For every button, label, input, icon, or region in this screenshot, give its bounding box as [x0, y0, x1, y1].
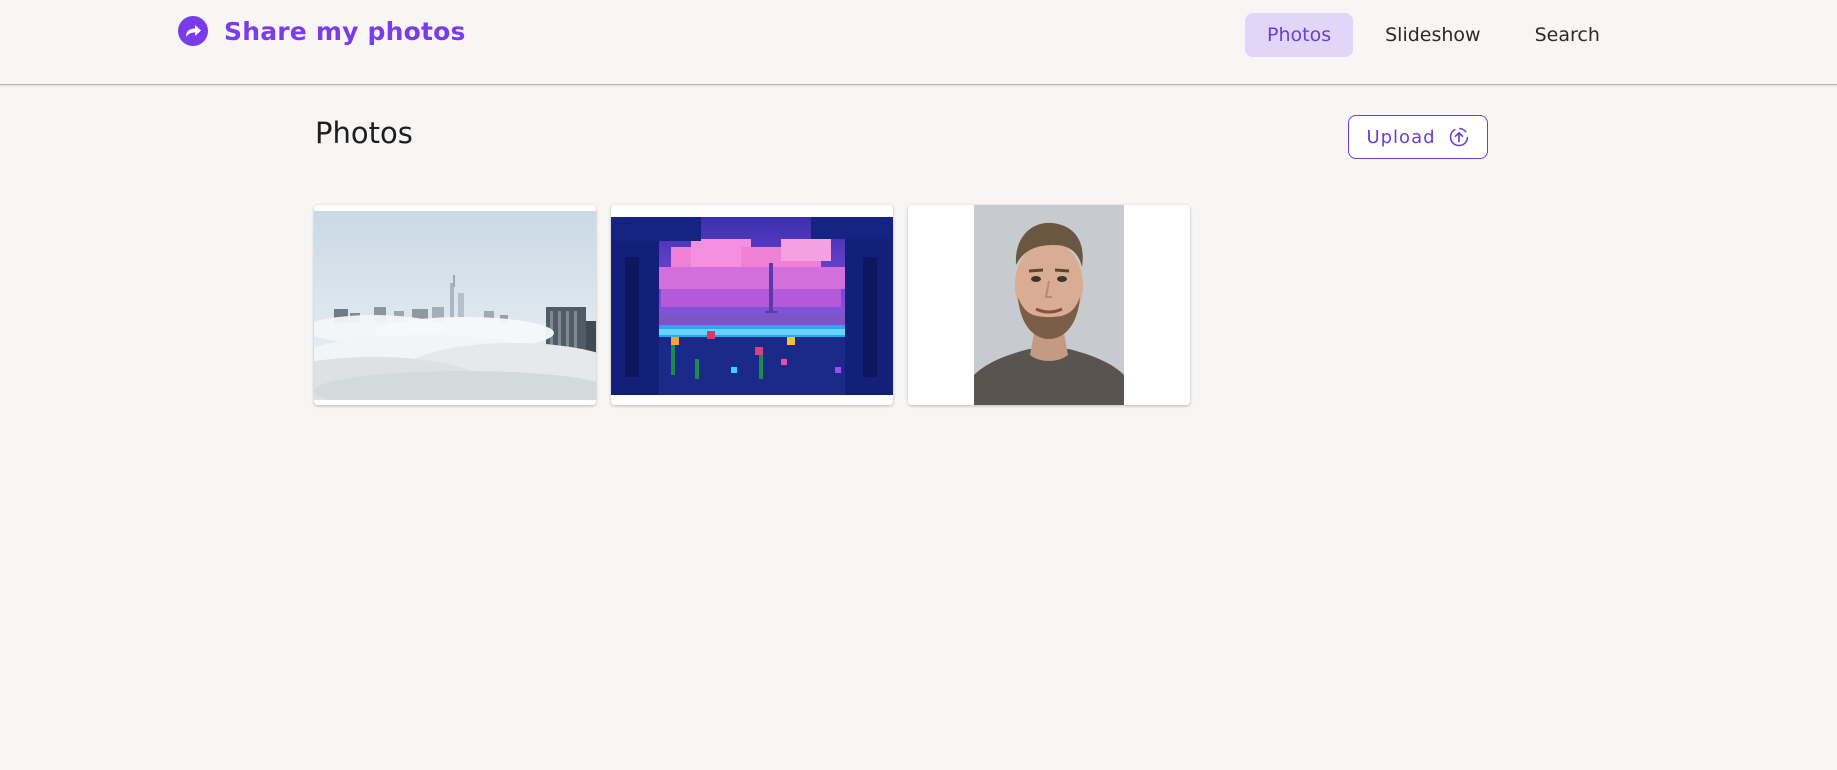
photo-portrait-image: [974, 205, 1124, 405]
upload-button[interactable]: Upload: [1348, 115, 1488, 159]
photo-card[interactable]: [611, 205, 893, 405]
photo-card[interactable]: [908, 205, 1190, 405]
nav-item-search[interactable]: Search: [1513, 13, 1622, 57]
photo-card[interactable]: [314, 205, 596, 405]
upload-button-label: Upload: [1366, 126, 1436, 148]
photo-city-clouds-image: [314, 211, 596, 400]
app-header: Share my photos Photos Slideshow Search: [0, 0, 1837, 85]
brand-title: Share my photos: [224, 16, 466, 46]
share-arrow-icon: [178, 16, 208, 46]
photo-pixel-landscape-image: [611, 217, 893, 395]
page-title: Photos: [315, 116, 413, 150]
photo-gallery: [314, 205, 1205, 405]
main-nav: Photos Slideshow Search: [1245, 13, 1632, 57]
upload-circle-icon: [1449, 127, 1468, 147]
nav-item-photos[interactable]: Photos: [1245, 13, 1354, 57]
nav-item-slideshow[interactable]: Slideshow: [1363, 13, 1502, 57]
brand-link[interactable]: Share my photos: [178, 16, 466, 46]
